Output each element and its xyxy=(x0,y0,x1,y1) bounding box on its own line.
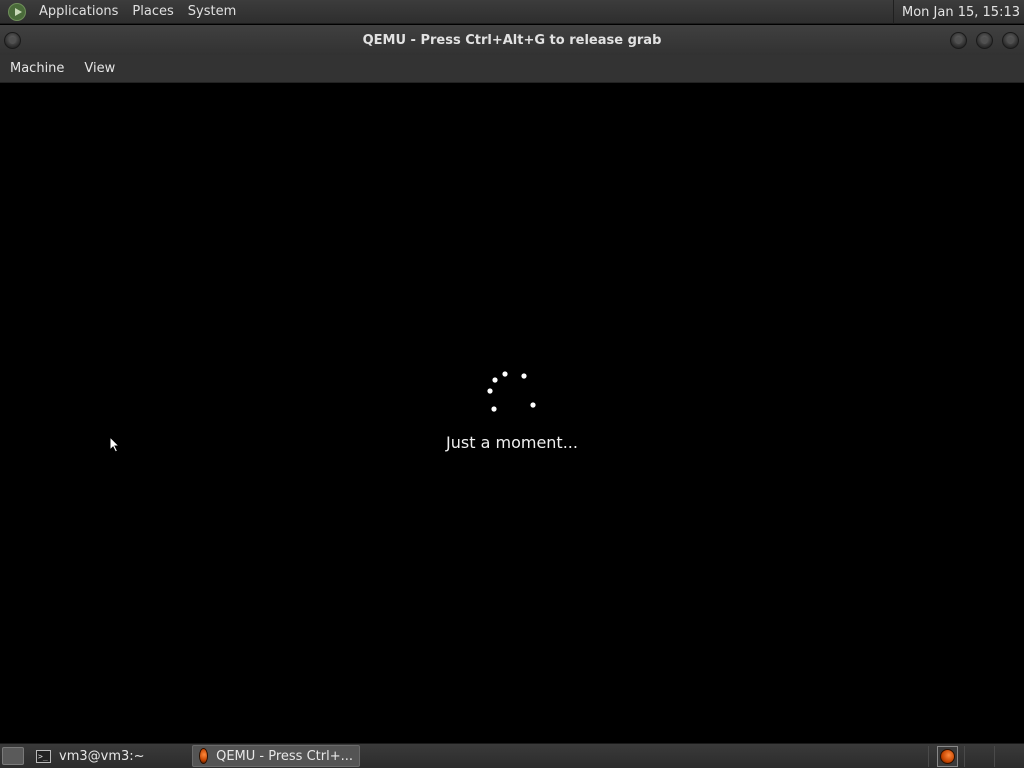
window-titlebar[interactable]: QEMU - Press Ctrl+Alt+G to release grab xyxy=(0,25,1024,55)
window-menubar: Machine View xyxy=(0,55,1024,83)
qemu-icon xyxy=(199,748,209,764)
menu-system[interactable]: System xyxy=(181,4,243,19)
tray-separator xyxy=(964,746,965,767)
spinner-dot xyxy=(491,406,497,412)
maximize-button[interactable] xyxy=(976,32,993,49)
tray-separator xyxy=(928,746,929,767)
spinner-dot xyxy=(521,373,527,379)
menu-machine[interactable]: Machine xyxy=(0,61,74,76)
spinner-dot xyxy=(530,402,536,408)
close-button[interactable] xyxy=(1002,32,1019,49)
taskbar-item-label: QEMU - Press Ctrl+... xyxy=(216,748,353,764)
tray-qemu-button[interactable] xyxy=(937,746,958,767)
taskbar-item-label: vm3@vm3:~ xyxy=(59,748,145,764)
loading-spinner-icon xyxy=(487,371,536,412)
distro-logo-icon[interactable] xyxy=(8,2,26,21)
spinner-dot xyxy=(487,388,493,394)
spinner-dot xyxy=(492,377,498,383)
clock[interactable]: Mon Jan 15, 15:13 xyxy=(893,0,1024,24)
menu-view[interactable]: View xyxy=(74,61,125,76)
spinner-dot xyxy=(502,371,508,377)
tray-separator xyxy=(994,746,995,767)
taskbar-item-qemu[interactable]: QEMU - Press Ctrl+... xyxy=(192,745,360,767)
vm-display[interactable]: Just a moment... xyxy=(0,84,1024,742)
show-desktop-icon[interactable] xyxy=(2,747,24,765)
window-title: QEMU - Press Ctrl+Alt+G to release grab xyxy=(362,32,662,48)
top-panel: Applications Places System Mon Jan 15, 1… xyxy=(0,0,1024,24)
qemu-icon xyxy=(940,749,955,764)
taskbar-item-terminal[interactable]: >_ vm3@vm3:~ xyxy=(30,745,188,767)
bottom-panel: >_ vm3@vm3:~ QEMU - Press Ctrl+... xyxy=(0,743,1024,768)
menu-applications[interactable]: Applications xyxy=(32,4,125,19)
mouse-pointer-icon xyxy=(109,436,121,453)
window-menu-button[interactable] xyxy=(4,32,21,49)
terminal-icon: >_ xyxy=(36,749,51,763)
minimize-button[interactable] xyxy=(950,32,967,49)
loading-text: Just a moment... xyxy=(446,433,578,452)
menu-places[interactable]: Places xyxy=(125,4,180,19)
